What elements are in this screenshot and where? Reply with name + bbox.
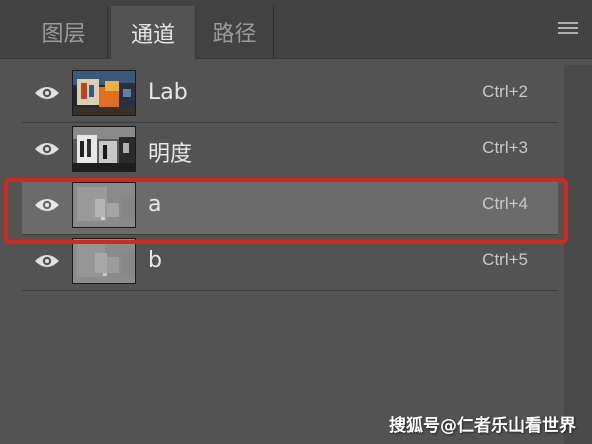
channel-name: b — [148, 248, 162, 273]
channel-shortcut: Ctrl+4 — [482, 194, 528, 213]
channel-shortcut: Ctrl+5 — [482, 250, 528, 269]
channel-row-b[interactable]: b Ctrl+5 — [22, 235, 558, 291]
channels-panel: 图层 通道 路径 Lab Ctrl+2 明度 Ctrl+3 a Ctrl+4 b… — [0, 0, 592, 444]
channel-list: Lab Ctrl+2 明度 Ctrl+3 a Ctrl+4 b Ctrl+5 — [22, 67, 558, 291]
eye-icon[interactable] — [34, 140, 60, 158]
watermark: 搜狐号@仁者乐山看世界 — [389, 416, 576, 436]
channels-list-area: Lab Ctrl+2 明度 Ctrl+3 a Ctrl+4 b Ctrl+5 — [0, 59, 592, 444]
channel-name: 明度 — [148, 142, 193, 167]
channel-shortcut: Ctrl+2 — [482, 82, 528, 101]
eye-icon[interactable] — [34, 252, 60, 270]
eye-icon[interactable] — [34, 196, 60, 214]
channel-thumbnail-a — [72, 182, 136, 228]
panel-tab-bar: 图层 通道 路径 — [0, 0, 592, 59]
channel-shortcut: Ctrl+3 — [482, 138, 528, 157]
channel-name: a — [148, 192, 162, 217]
channel-row-lab[interactable]: Lab Ctrl+2 — [22, 67, 558, 123]
panel-menu-icon[interactable] — [558, 22, 578, 36]
tab-paths[interactable]: 路径 — [196, 6, 274, 58]
eye-icon[interactable] — [34, 84, 60, 102]
tab-channels[interactable]: 通道 — [110, 6, 196, 59]
channel-row-lightness[interactable]: 明度 Ctrl+3 — [22, 123, 558, 179]
channel-thumbnail-color — [72, 70, 136, 116]
tab-layers[interactable]: 图层 — [20, 6, 108, 58]
channel-row-a[interactable]: a Ctrl+4 — [22, 179, 558, 235]
channel-name: Lab — [148, 80, 188, 105]
scrollbar[interactable] — [564, 65, 592, 444]
channel-thumbnail-lightness — [72, 126, 136, 172]
channel-thumbnail-b — [72, 238, 136, 284]
